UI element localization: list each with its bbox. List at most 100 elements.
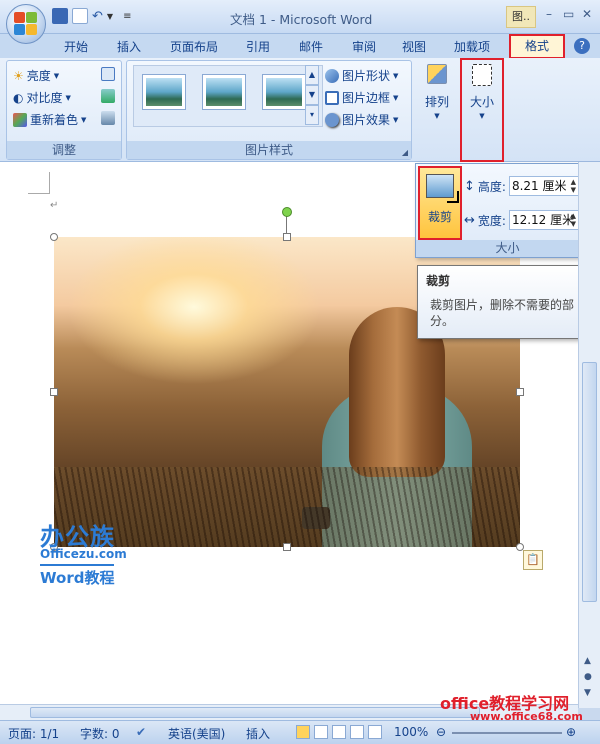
watermark-site-url: www.office68.com xyxy=(470,710,583,723)
crop-button[interactable]: 裁剪 xyxy=(418,166,462,240)
zoom-in-icon[interactable]: ⊕ xyxy=(566,725,576,739)
dropdown-arrow-icon: ▼ xyxy=(65,93,71,102)
height-spinner[interactable]: ▲ ▼ xyxy=(571,178,576,194)
resize-handle-right[interactable] xyxy=(516,388,524,396)
resize-handle-bottom[interactable] xyxy=(283,543,291,551)
proofing-icon[interactable]: ✔ xyxy=(136,725,146,739)
crop-icon xyxy=(426,174,459,203)
height-label: 高度: xyxy=(477,179,506,194)
undo-icon[interactable]: ↶ xyxy=(92,9,103,24)
next-page-icon[interactable]: ▼ xyxy=(584,688,591,698)
customize-qat-icon[interactable]: ≡ xyxy=(123,11,131,22)
compress-pictures-icon[interactable] xyxy=(101,67,115,81)
zoom-level[interactable]: 100% xyxy=(394,725,428,739)
title-bar: ↶ ▼ ≡ 文档 1 - Microsoft Word 图.. – ▭ ✕ xyxy=(0,0,600,34)
tooltip-body: 裁剪图片，删除不需要的部分。 xyxy=(430,298,575,328)
arrange-button[interactable]: 排列 ▼ xyxy=(420,64,454,134)
contrast-button[interactable]: ◐ 对比度 ▼ xyxy=(13,89,71,106)
width-row: ↔ 宽度: 12.12 厘米 ▲ ▼ xyxy=(464,210,579,230)
dropdown-arrow-icon: ▼ xyxy=(393,71,399,80)
picture-effects-button[interactable]: 图片效果 ▼ xyxy=(325,111,398,128)
zoom-slider[interactable] xyxy=(452,732,562,734)
new-document-icon[interactable] xyxy=(72,8,88,24)
watermark-subtitle: Word教程 xyxy=(40,564,115,588)
brightness-button[interactable]: ☀ 亮度 ▼ xyxy=(13,67,59,84)
size-group-panel: 裁剪 ↕ 高度: 8.21 厘米 ▲ ▼ ↔ 宽度: 12.12 厘米 ▲ ▼ 大小… xyxy=(415,163,600,258)
height-input[interactable]: 8.21 厘米 ▲ ▼ xyxy=(508,176,579,196)
contrast-icon: ◐ xyxy=(13,90,24,105)
width-input[interactable]: 12.12 厘米 ▲ ▼ xyxy=(508,210,579,230)
recolor-button[interactable]: 重新着色 ▼ xyxy=(13,111,86,128)
tab-home[interactable]: 开始 xyxy=(64,38,88,55)
change-picture-icon[interactable] xyxy=(101,89,115,103)
select-browse-object-icon[interactable]: ● xyxy=(584,672,592,682)
reset-picture-icon[interactable] xyxy=(101,111,115,125)
tab-format[interactable]: 格式 xyxy=(509,34,565,59)
minimize-button[interactable]: – xyxy=(546,7,552,21)
gallery-scroll[interactable]: ▲ ▼ ▾ xyxy=(305,65,319,127)
resize-handle-top[interactable] xyxy=(283,233,291,241)
width-icon: ↔ xyxy=(464,212,475,228)
dropdown-arrow-icon: ▼ xyxy=(53,71,60,80)
ribbon-tabs: 开始 插入 页面布局 引用 邮件 审阅 视图 加载项 格式 ? xyxy=(0,34,600,59)
tab-references[interactable]: 引用 xyxy=(246,38,270,55)
size-group-label: 大小 xyxy=(416,240,599,257)
picture-tools-context-tab[interactable]: 图.. xyxy=(506,6,536,28)
horizontal-scroll-thumb[interactable] xyxy=(30,707,480,718)
language-indicator[interactable]: 英语(美国) xyxy=(168,725,225,742)
resize-handle-left[interactable] xyxy=(50,388,58,396)
web-layout-icon[interactable] xyxy=(332,725,346,739)
dropdown-arrow-icon: ▼ xyxy=(479,112,485,120)
office-button[interactable] xyxy=(6,4,46,44)
gallery-down-icon[interactable]: ▼ xyxy=(305,85,319,105)
undo-dropdown-icon[interactable]: ▼ xyxy=(107,12,113,21)
width-spinner[interactable]: ▲ ▼ xyxy=(571,212,576,228)
margin-corner-mark xyxy=(28,172,50,194)
status-bar: 页面: 1/1 字数: 0 ✔ 英语(美国) 插入 100% ⊖ ⊕ xyxy=(0,720,600,744)
vertical-scroll-thumb[interactable] xyxy=(582,362,597,602)
gallery-up-icon[interactable]: ▲ xyxy=(305,65,319,85)
dropdown-arrow-icon: ▼ xyxy=(393,115,399,124)
help-icon[interactable]: ? xyxy=(574,38,590,54)
outline-view-icon[interactable] xyxy=(350,725,364,739)
zoom-out-icon[interactable]: ⊖ xyxy=(436,725,446,739)
word-count[interactable]: 字数: 0 xyxy=(80,725,120,742)
dropdown-arrow-icon: ▼ xyxy=(393,93,399,102)
paste-options-icon[interactable]: 📋 xyxy=(523,550,543,570)
brightness-icon: ☀ xyxy=(13,68,24,83)
rotation-handle[interactable] xyxy=(282,207,292,217)
print-layout-view-icon[interactable] xyxy=(296,725,310,739)
page-count[interactable]: 页面: 1/1 xyxy=(8,725,59,742)
style-thumbnail[interactable] xyxy=(202,74,246,110)
resize-handle-top-left[interactable] xyxy=(50,233,58,241)
style-thumbnail[interactable] xyxy=(142,74,186,110)
restore-button[interactable]: ▭ xyxy=(563,7,574,21)
vertical-scrollbar[interactable]: ▲ ● ▼ xyxy=(578,162,600,708)
style-thumbnail[interactable] xyxy=(262,74,306,110)
picture-styles-group: ▲ ▼ ▾ 图片形状 ▼ 图片边框 ▼ 图片效果 ▼ 图片样式 ◢ xyxy=(126,60,412,160)
size-button[interactable]: 大小 ▼ xyxy=(462,64,502,134)
tooltip-title: 裁剪 xyxy=(426,274,451,288)
window-title: 文档 1 - Microsoft Word xyxy=(230,12,373,27)
watermark-url: Officezu.com xyxy=(40,547,127,561)
picture-shape-button[interactable]: 图片形状 ▼ xyxy=(325,67,398,84)
tab-page-layout[interactable]: 页面布局 xyxy=(170,38,218,55)
quick-access-toolbar: ↶ ▼ ≡ xyxy=(52,8,131,24)
tab-add-ins[interactable]: 加载项 xyxy=(454,38,490,55)
adjust-group: ☀ 亮度 ▼ ◐ 对比度 ▼ 重新着色 ▼ 调整 xyxy=(6,60,122,160)
dialog-launcher-icon[interactable]: ◢ xyxy=(402,148,408,157)
close-button[interactable]: ✕ xyxy=(582,7,592,21)
tab-mailings[interactable]: 邮件 xyxy=(299,38,323,55)
tab-review[interactable]: 审阅 xyxy=(352,38,376,55)
draft-view-icon[interactable] xyxy=(368,725,382,739)
picture-border-button[interactable]: 图片边框 ▼ xyxy=(325,89,398,106)
crop-tooltip: 裁剪 裁剪图片，删除不需要的部分。 xyxy=(417,265,600,339)
picture-grass xyxy=(54,467,520,547)
gallery-more-icon[interactable]: ▾ xyxy=(305,105,319,125)
insert-mode-indicator[interactable]: 插入 xyxy=(246,725,270,742)
full-screen-reading-icon[interactable] xyxy=(314,725,328,739)
save-icon[interactable] xyxy=(52,8,68,24)
tab-view[interactable]: 视图 xyxy=(402,38,426,55)
tab-insert[interactable]: 插入 xyxy=(117,38,141,55)
previous-page-icon[interactable]: ▲ xyxy=(584,656,591,666)
